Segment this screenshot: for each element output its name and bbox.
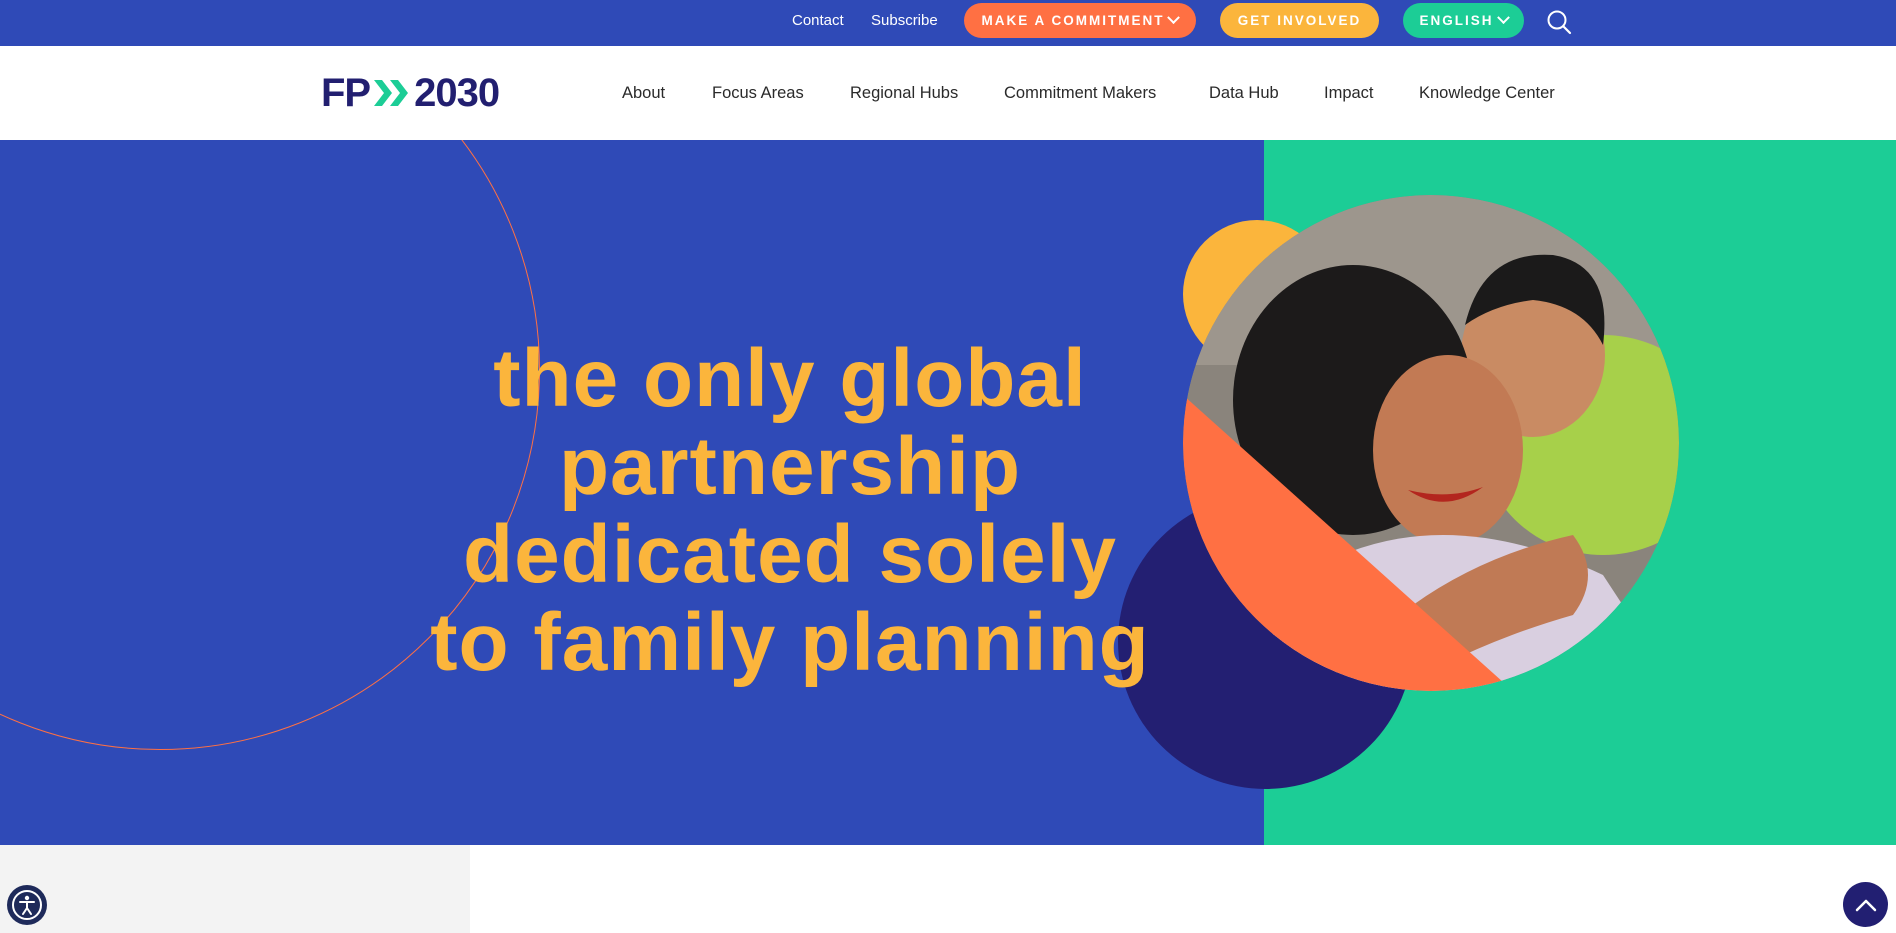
chevron-up-icon: [1855, 899, 1876, 911]
chevron-down-icon: [1496, 11, 1510, 25]
make-commitment-label: MAKE A COMMITMENT: [981, 13, 1165, 28]
utility-bar: Contact Subscribe MAKE A COMMITMENT GET …: [0, 0, 1896, 46]
content-sidebar-area: [0, 845, 470, 933]
content-main-area: [470, 845, 1896, 933]
accessibility-button[interactable]: [7, 885, 47, 925]
headline-line: the only global: [493, 333, 1087, 424]
contact-link[interactable]: Contact: [792, 11, 844, 31]
headline-line: dedicated solely: [462, 509, 1118, 600]
nav-item-data-hub[interactable]: Data Hub: [1209, 83, 1279, 103]
headline-line: to family planning: [430, 597, 1150, 688]
accessibility-icon: [12, 890, 42, 920]
nav-item-about[interactable]: About: [622, 83, 665, 103]
logo-text-left: FP: [321, 70, 371, 115]
nav-item-focus-areas[interactable]: Focus Areas: [712, 83, 804, 103]
subscribe-link[interactable]: Subscribe: [871, 11, 938, 31]
hero-headline: the only global partnership dedicated so…: [390, 335, 1190, 687]
make-commitment-button[interactable]: MAKE A COMMITMENT: [964, 3, 1196, 38]
language-select[interactable]: ENGLISH: [1403, 3, 1524, 38]
language-label: ENGLISH: [1419, 13, 1494, 28]
headline-line: partnership: [558, 421, 1022, 512]
nav-item-regional-hubs[interactable]: Regional Hubs: [850, 83, 958, 103]
chevron-down-icon: [1167, 11, 1181, 25]
get-involved-label: GET INVOLVED: [1237, 13, 1362, 28]
nav-item-commitment-makers[interactable]: Commitment Makers: [1004, 83, 1156, 103]
fp2030-logo[interactable]: FP 2030: [321, 69, 500, 117]
hero-photo-mother-and-child: [1183, 195, 1679, 691]
nav-item-impact[interactable]: Impact: [1324, 83, 1374, 103]
get-involved-button[interactable]: GET INVOLVED: [1220, 3, 1379, 38]
nav-item-knowledge-center[interactable]: Knowledge Center: [1419, 83, 1555, 103]
hero-section: the only global partnership dedicated so…: [0, 140, 1896, 845]
main-navigation: FP 2030 About Focus Areas Regional Hubs …: [0, 46, 1896, 140]
scroll-to-top-button[interactable]: [1843, 882, 1888, 927]
search-icon[interactable]: [1546, 9, 1572, 35]
logo-text-right: 2030: [414, 70, 500, 115]
logo-chevrons-icon: [374, 80, 409, 106]
